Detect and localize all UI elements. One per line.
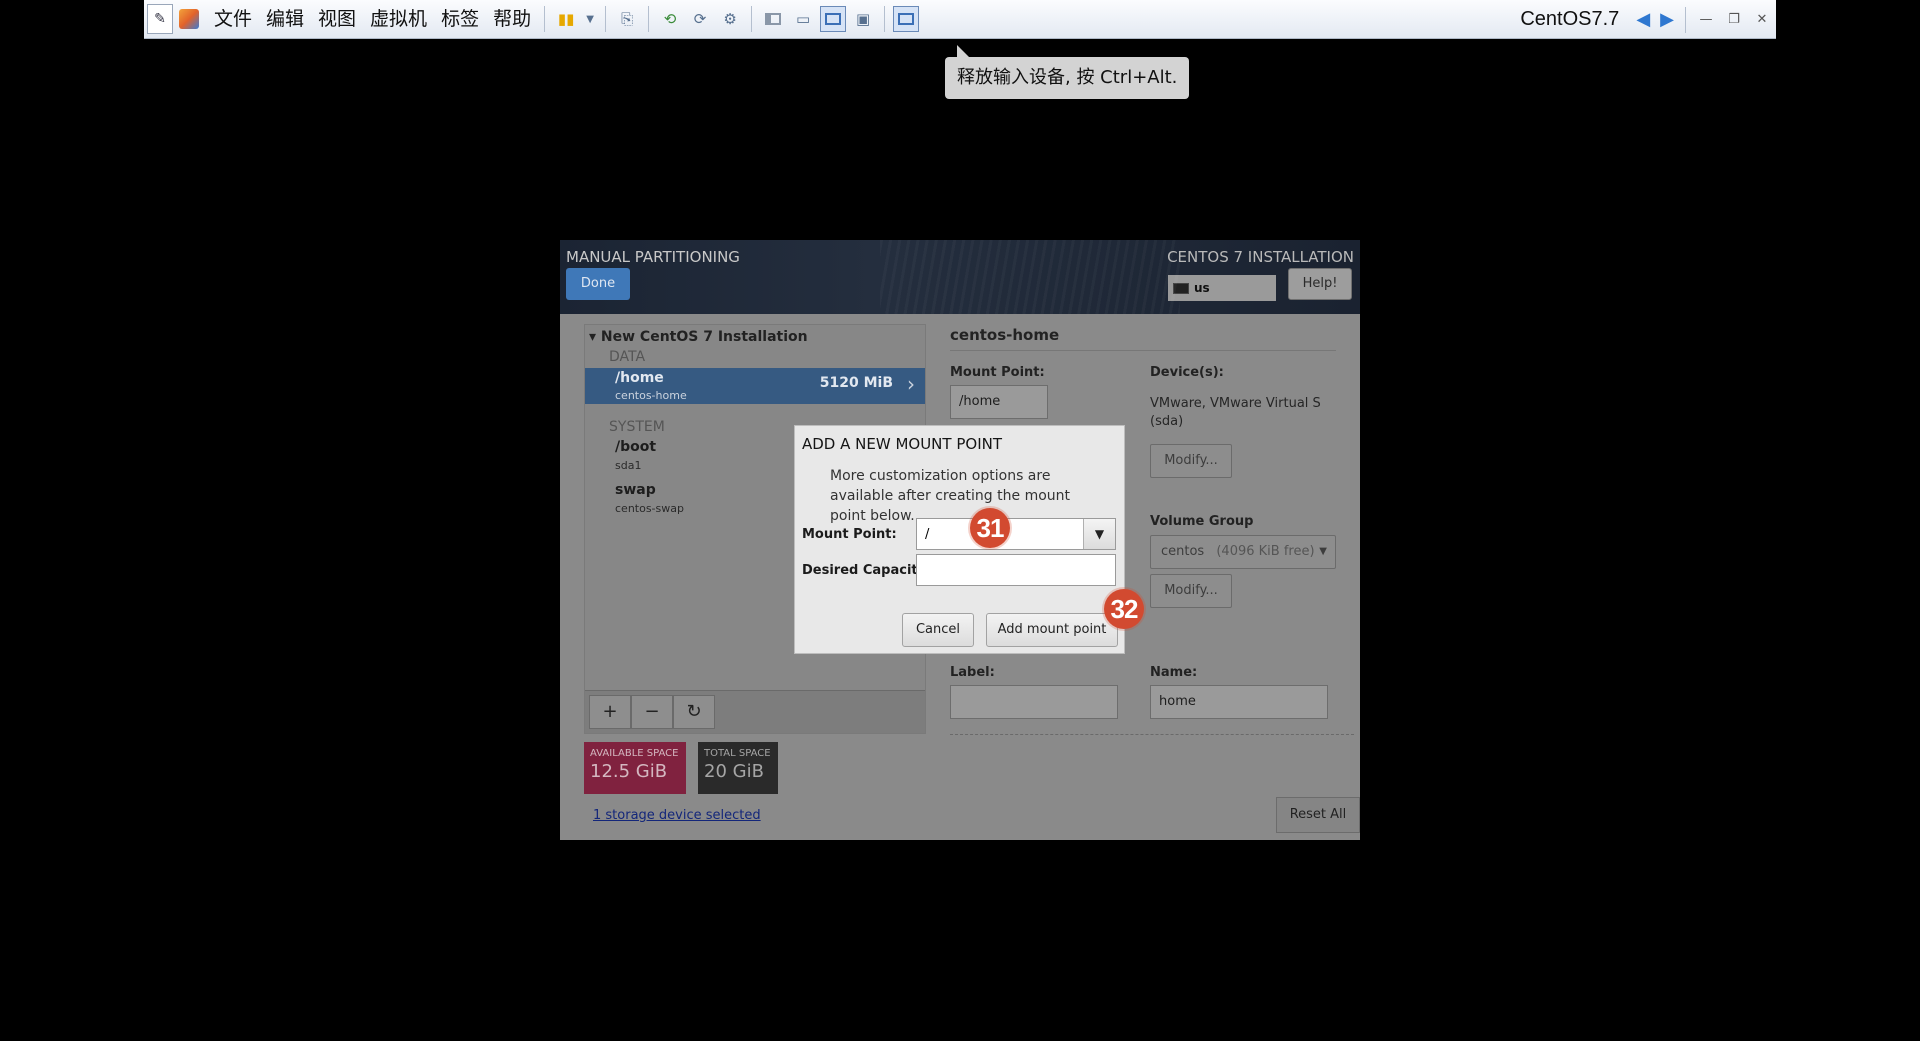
console-view-icon[interactable] [893, 6, 920, 32]
chevron-down-icon[interactable]: ▼ [1083, 519, 1115, 549]
toolbar-separator [884, 6, 886, 32]
thumbnail-bar-icon[interactable]: ▭ [790, 6, 816, 32]
label-field[interactable] [950, 685, 1118, 719]
mount-point-name: swap [615, 482, 656, 498]
installation-tree-title[interactable]: New CentOS 7 Installation [589, 329, 808, 345]
toolbar-separator [605, 6, 607, 32]
vm-toolbar-right: CentOS7.7 ◀ ▶ — ❐ ✕ [1520, 0, 1776, 39]
vm-menu-bar: 文件 编辑 视图 虚拟机 标签 帮助 [207, 0, 538, 39]
volume-group-label: Volume Group [1150, 514, 1254, 529]
send-keys-icon[interactable]: ⎘ [614, 6, 640, 32]
show-library-icon[interactable] [760, 6, 786, 32]
refresh-button[interactable]: ↻ [673, 695, 715, 729]
tree-toolbar: + − ↻ [585, 690, 925, 733]
available-space-box: AVAILABLE SPACE 12.5 GiB [584, 742, 686, 794]
step-badge: 32 [1104, 589, 1144, 629]
mount-point-field-label: Mount Point: [950, 365, 1045, 380]
snapshot-manager-icon[interactable]: ⚙ [717, 6, 743, 32]
arrow-left-icon[interactable]: ◀ [1636, 9, 1650, 30]
arrow-right-icon[interactable]: ▶ [1660, 9, 1674, 30]
dialog-title: ADD A NEW MOUNT POINT [802, 435, 1002, 453]
reset-all-button[interactable]: Reset All [1276, 797, 1360, 833]
installation-title: CENTOS 7 INSTALLATION [1167, 248, 1354, 266]
keyboard-icon [1173, 282, 1189, 294]
release-input-tooltip: 释放输入设备, 按 Ctrl+Alt. [945, 45, 1190, 99]
desired-capacity-label: Desired Capacity: [802, 563, 932, 578]
mount-point-device: centos-home [615, 389, 687, 402]
fullscreen-icon[interactable] [820, 6, 847, 32]
desired-capacity-input[interactable] [916, 554, 1116, 586]
total-space-box: TOTAL SPACE 20 GiB [698, 742, 778, 794]
menu-file[interactable]: 文件 [207, 0, 259, 39]
name-field-label: Name: [1150, 665, 1198, 680]
available-space-label: AVAILABLE SPACE [590, 748, 679, 759]
page-title: MANUAL PARTITIONING [566, 248, 740, 266]
details-dashed-divider [950, 734, 1354, 735]
screen: ✎ 文件 编辑 视图 虚拟机 标签 帮助 ▮▮ ▼ ⎘ ⟲ ⟳ ⚙ ▭ ▣ Ce… [0, 0, 1920, 1041]
add-mount-point-button[interactable]: + [589, 695, 631, 729]
group-data: DATA [609, 349, 646, 365]
vm-toolbar: ✎ 文件 编辑 视图 虚拟机 标签 帮助 ▮▮ ▼ ⎘ ⟲ ⟳ ⚙ ▭ ▣ Ce… [144, 0, 1776, 39]
details-title: centos-home [950, 326, 1060, 344]
step-badge: 31 [970, 508, 1010, 548]
toolbar-separator [544, 6, 546, 32]
devices-label: Device(s): [1150, 365, 1224, 380]
menu-edit[interactable]: 编辑 [259, 0, 311, 39]
mount-point-device: sda1 [615, 459, 642, 472]
menu-help[interactable]: 帮助 [486, 0, 538, 39]
close-icon[interactable]: ✕ [1748, 12, 1776, 27]
mount-point-size: 5120 MiB [819, 375, 893, 391]
storage-device-link[interactable]: 1 storage device selected [593, 808, 761, 823]
menu-tabs[interactable]: 标签 [434, 0, 486, 39]
volume-group-free: (4096 KiB free) [1216, 544, 1315, 559]
toolbar-separator [1685, 6, 1686, 33]
mount-point-device: centos-swap [615, 502, 684, 515]
vm-name: CentOS7.7 [1520, 8, 1620, 30]
keyboard-layout-indicator[interactable]: us [1168, 275, 1276, 301]
menu-view[interactable]: 视图 [311, 0, 363, 39]
volume-group-select[interactable]: centos (4096 KiB free) ▼ [1150, 535, 1336, 569]
keyboard-layout-label: us [1194, 281, 1210, 295]
mount-point-label: Mount Point: [802, 527, 897, 542]
done-button[interactable]: Done [566, 268, 630, 300]
add-mount-point-dialog: ADD A NEW MOUNT POINT More customization… [794, 425, 1125, 654]
label-field-label: Label: [950, 665, 995, 680]
mount-point-combobox[interactable]: ▼ [916, 518, 1116, 550]
toolbar-separator [648, 6, 650, 32]
revert-snapshot-icon[interactable]: ⟳ [687, 6, 713, 32]
remove-mount-point-button[interactable]: − [631, 695, 673, 729]
help-button[interactable]: Help! [1288, 268, 1352, 300]
toolbar-separator [751, 6, 753, 32]
chevron-down-icon[interactable]: ▼ [583, 6, 597, 32]
details-divider [950, 350, 1336, 351]
available-space-value: 12.5 GiB [590, 761, 668, 782]
volume-group-name: centos [1161, 544, 1205, 559]
dialog-description: More customization options are available… [830, 468, 1071, 524]
name-field[interactable]: home [1150, 685, 1328, 719]
restore-icon[interactable]: ❐ [1720, 12, 1748, 27]
mount-point-name: /home [615, 370, 664, 386]
installer-header: MANUAL PARTITIONING Done CENTOS 7 INSTAL… [560, 240, 1360, 314]
modify-devices-button[interactable]: Modify... [1150, 444, 1232, 478]
menu-vm[interactable]: 虚拟机 [363, 0, 434, 39]
mount-point-row-home[interactable]: /home centos-home 5120 MiB › [585, 368, 925, 404]
minimize-icon[interactable]: — [1692, 12, 1720, 27]
total-space-label: TOTAL SPACE [704, 748, 771, 759]
group-system: SYSTEM [609, 419, 665, 435]
pin-icon[interactable]: ✎ [147, 4, 173, 34]
chevron-down-icon: ▼ [1319, 546, 1327, 557]
vmware-logo-icon [179, 9, 199, 29]
total-space-value: 20 GiB [704, 761, 764, 782]
devices-value: VMware, VMware Virtual S (sda) [1150, 396, 1321, 429]
mount-point-field[interactable]: /home [950, 385, 1048, 419]
snapshot-icon[interactable]: ⟲ [657, 6, 683, 32]
unity-icon[interactable]: ▣ [850, 6, 876, 32]
modify-volume-group-button[interactable]: Modify... [1150, 574, 1232, 608]
add-mount-point-confirm-button[interactable]: Add mount point [986, 613, 1118, 647]
cancel-button[interactable]: Cancel [902, 613, 974, 647]
power-pause-icon[interactable]: ▮▮ [553, 6, 579, 32]
mount-point-name: /boot [615, 439, 657, 455]
chevron-right-icon: › [907, 372, 915, 396]
